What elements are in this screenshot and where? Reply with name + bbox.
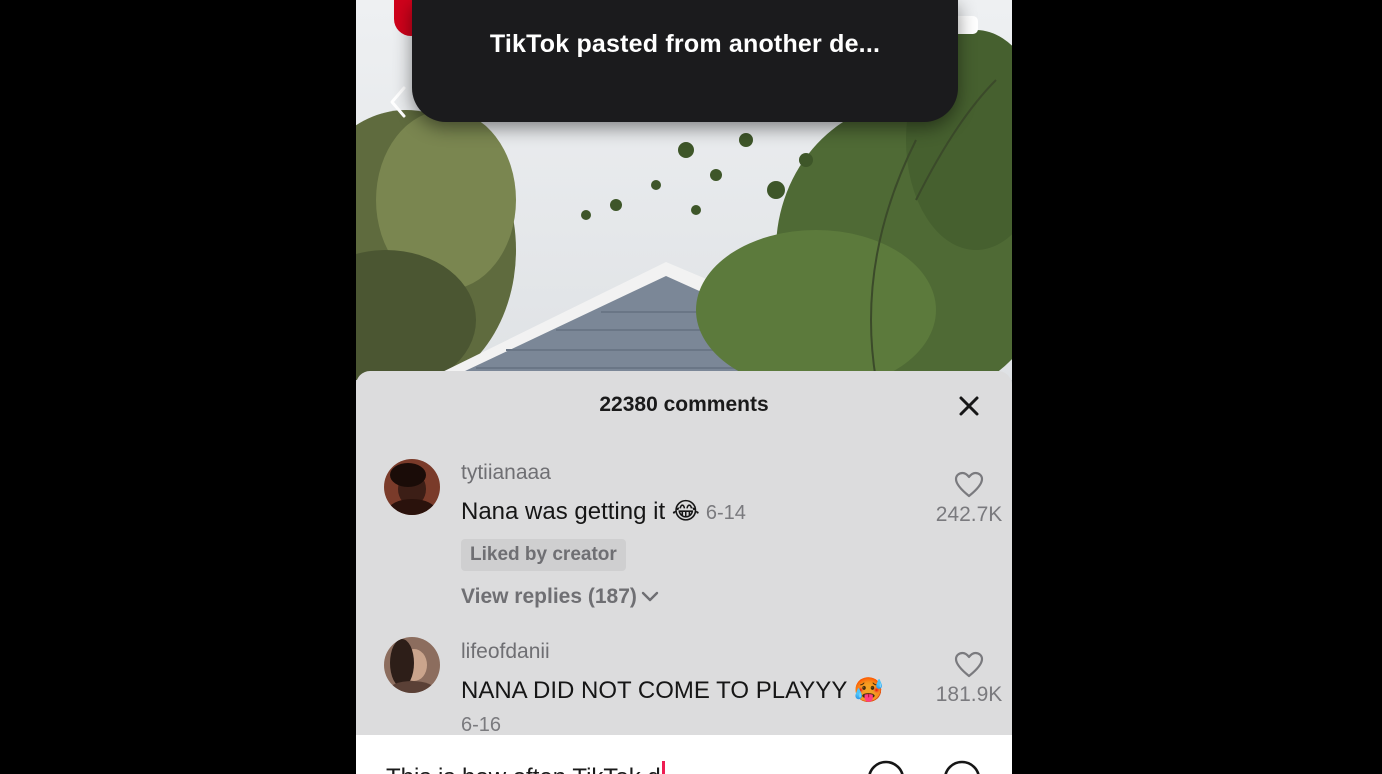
heart-icon[interactable]: [954, 651, 984, 679]
avatar[interactable]: [384, 637, 440, 693]
comment-date: 6-14: [705, 502, 746, 524]
comment-input[interactable]: This is how often TikTok d: [386, 761, 665, 774]
video-player[interactable]: TikTok pasted from another de...: [356, 0, 1012, 380]
comment-username[interactable]: tytiianaaa: [461, 461, 551, 485]
comment-item: lifeofdanii NANA DID NOT COME TO PLAYYY …: [356, 637, 1012, 747]
close-icon[interactable]: [954, 391, 984, 421]
chevron-down-icon: [641, 591, 659, 602]
like-column: 181.9K: [926, 651, 1012, 707]
toast-message: TikTok pasted from another de...: [489, 30, 881, 58]
comment-date: 6-16: [461, 714, 502, 736]
comment-input-bar: This is how often TikTok d: [356, 735, 1012, 774]
comment-text: NANA DID NOT COME TO PLAYYY 🥵: [461, 677, 884, 704]
view-replies-label: View replies (187): [461, 585, 637, 608]
comments-count-title: 22380 comments: [599, 393, 769, 416]
comment-body: Nana was getting it 😂: [461, 498, 700, 525]
avatar[interactable]: [384, 459, 440, 515]
liked-by-creator-badge: Liked by creator: [461, 539, 626, 571]
like-count: 242.7K: [935, 503, 1003, 526]
emoji-icon[interactable]: [942, 759, 982, 774]
comment-text: Nana was getting it 😂 6-14: [461, 497, 746, 526]
text-caret: [661, 761, 665, 774]
heart-icon[interactable]: [954, 471, 984, 499]
comment-input-value: This is how often TikTok d: [386, 764, 661, 774]
like-count: 181.9K: [935, 683, 1003, 706]
like-column: 242.7K: [926, 471, 1012, 527]
at-icon[interactable]: [866, 759, 906, 774]
chevron-left-icon[interactable]: [386, 84, 410, 120]
comment-username[interactable]: lifeofdanii: [461, 640, 550, 664]
paste-notification-toast: TikTok pasted from another de...: [412, 0, 958, 122]
view-replies-button[interactable]: View replies (187): [461, 585, 659, 609]
phone-screen: TikTok pasted from another de... 22380 c…: [356, 0, 1012, 774]
comment-item: tytiianaaa Nana was getting it 😂 6-14 Lik…: [356, 457, 1012, 627]
comments-sheet: 22380 comments tytiianaaa Nana was getti…: [356, 371, 1012, 774]
